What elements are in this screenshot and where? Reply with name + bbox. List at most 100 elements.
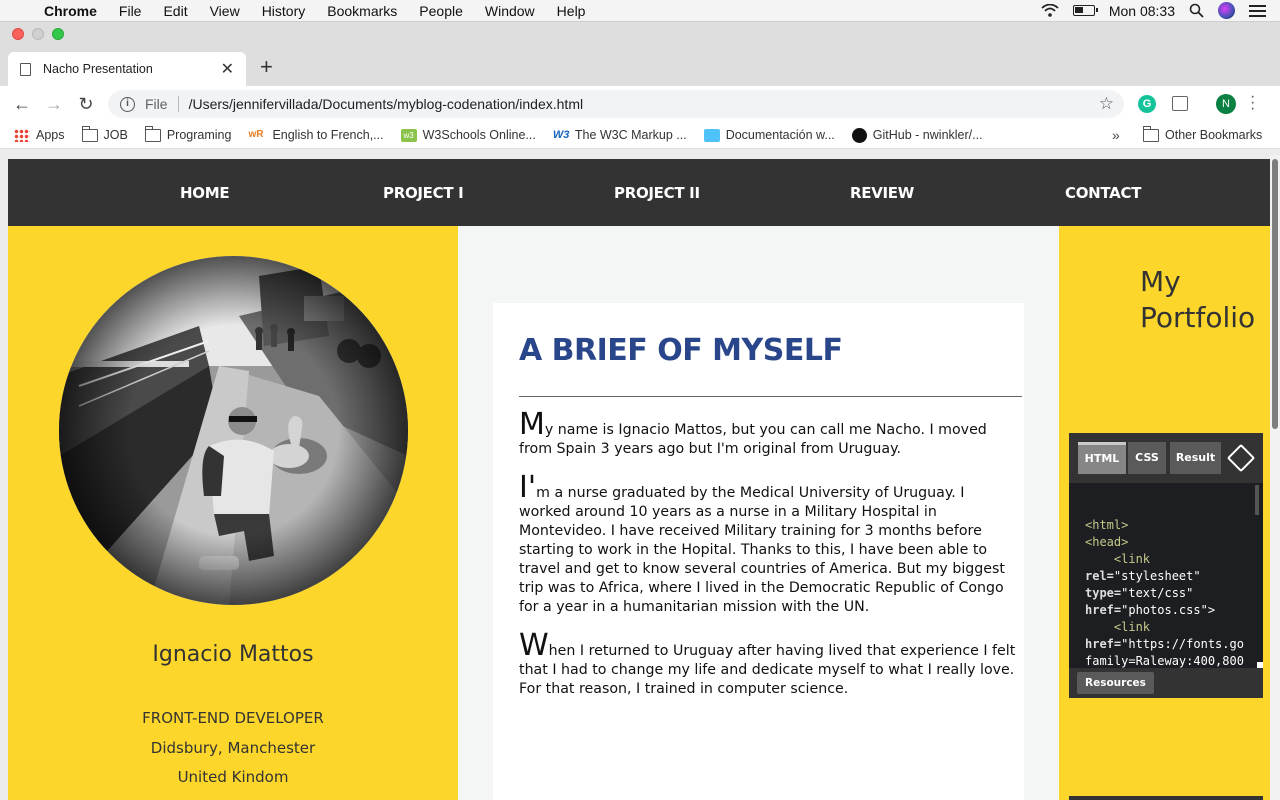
code-attr: rel= — [1085, 569, 1114, 583]
page-viewport: HOME PROJECT I PROJECT II REVIEW CONTACT — [8, 159, 1270, 800]
embed-bottom-bar — [1069, 796, 1263, 800]
codepen-tabbar: HTML CSS Result — [1069, 433, 1263, 483]
article-paragraph: I'm a nurse graduated by the Medical Uni… — [519, 473, 1019, 617]
scrollbar-thumb[interactable] — [1272, 159, 1278, 429]
window-minimize-button[interactable] — [32, 28, 44, 40]
battery-icon[interactable] — [1072, 5, 1098, 16]
code-line: <link — [1113, 552, 1151, 566]
address-bar[interactable]: i File /Users/jennifervillada/Documents/… — [108, 90, 1124, 118]
codepen-footer: Resources — [1069, 668, 1263, 698]
codepen-scrollbar[interactable] — [1255, 485, 1259, 515]
nav-contact-link[interactable]: CONTACT — [1065, 184, 1141, 202]
bookmark-apps[interactable]: Apps — [14, 128, 65, 142]
bookmark-label: Programing — [166, 128, 232, 142]
notification-center-icon[interactable] — [1249, 4, 1266, 17]
code-value: "https://fonts.go — [1121, 637, 1244, 651]
folder-icon — [1143, 125, 1159, 142]
codepen-code-panel[interactable]: <html> <head> <link rel="stylesheet" typ… — [1069, 483, 1263, 668]
bookmarks-bar: Apps JOB Programing wR English to French,… — [0, 122, 1280, 149]
paragraph-text: y name is Ignacio Mattos, but you can ca… — [519, 422, 987, 457]
code-value: "text/css" — [1121, 586, 1194, 600]
bookmark-label: W3Schools Online... — [422, 128, 536, 142]
bookmark-star-icon[interactable]: ☆ — [1099, 94, 1114, 114]
menu-window[interactable]: Window — [474, 3, 546, 19]
info-icon[interactable]: i — [120, 96, 135, 112]
menu-people[interactable]: People — [408, 3, 474, 19]
menu-edit[interactable]: Edit — [152, 3, 198, 19]
code-line: <link — [1113, 620, 1151, 634]
browser-toolbar: ← → ↻ i File /Users/jennifervillada/Docu… — [0, 86, 1280, 122]
w3c-icon: W3 — [552, 128, 570, 141]
nav-project-2-link[interactable]: PROJECT II — [614, 184, 700, 202]
paragraph-text: hen I returned to Uruguay after having l… — [519, 643, 1016, 697]
bookmark-label: JOB — [103, 128, 128, 142]
portfolio-title-line: Portfolio — [1140, 301, 1256, 334]
bookmark-wordreference[interactable]: wR English to French,... — [248, 128, 383, 142]
macos-menu-bar: Chrome File Edit View History Bookmarks … — [0, 0, 1280, 22]
codepen-tab-css[interactable]: CSS — [1128, 442, 1166, 474]
menubar-clock[interactable]: Mon 08:33 — [1109, 3, 1175, 19]
browser-tab[interactable]: Nacho Presentation ✕ — [8, 52, 246, 86]
back-arrow-icon[interactable]: ← — [6, 94, 38, 115]
about-article: A BRIEF OF MYSELF My name is Ignacio Mat… — [493, 303, 1024, 800]
w3schools-icon: w3 — [400, 128, 417, 142]
forward-arrow-icon[interactable]: → — [38, 94, 70, 115]
spotlight-search-icon[interactable] — [1189, 3, 1204, 18]
window-maximize-button[interactable] — [52, 28, 64, 40]
menu-help[interactable]: Help — [546, 3, 597, 19]
grammarly-extension-icon[interactable]: G — [1138, 95, 1156, 113]
profile-name: Ignacio Mattos — [152, 642, 314, 667]
codepen-resources-button[interactable]: Resources — [1077, 672, 1154, 694]
window-close-button[interactable] — [12, 28, 24, 40]
page-scrollbar[interactable] — [1270, 155, 1280, 800]
wifi-icon[interactable] — [1041, 4, 1059, 17]
bookmark-programing[interactable]: Programing — [144, 125, 232, 142]
tab-close-icon[interactable]: ✕ — [221, 59, 234, 79]
menu-view[interactable]: View — [199, 3, 251, 19]
code-value: "photos.css"> — [1121, 603, 1216, 617]
codepen-logo-icon[interactable] — [1226, 443, 1256, 473]
codepen-embed[interactable]: HTML CSS Result <html> <head> <link rel=… — [1069, 433, 1263, 698]
reload-icon[interactable]: ↻ — [70, 94, 102, 115]
other-bookmarks[interactable]: Other Bookmarks — [1143, 125, 1263, 142]
bookmark-documentacion[interactable]: Documentación w... — [703, 128, 835, 142]
nav-home-link[interactable]: HOME — [180, 184, 230, 202]
bookmark-label: Other Bookmarks — [1165, 128, 1263, 142]
bookmark-w3schools[interactable]: w3 W3Schools Online... — [400, 128, 536, 142]
portfolio-sidebar: My Portfolio HTML CSS Result <html> <hea… — [1059, 226, 1270, 800]
bookmark-w3c[interactable]: W3 The W3C Markup ... — [553, 128, 687, 142]
code-line: <html> — [1085, 518, 1129, 532]
folder-icon — [81, 125, 98, 142]
profile-avatar[interactable]: N — [1216, 94, 1236, 114]
omnibox-divider — [177, 96, 179, 112]
menu-bookmarks[interactable]: Bookmarks — [316, 3, 408, 19]
profile-location-city: Didsbury, Manchester — [150, 738, 316, 757]
chrome-menu-icon[interactable]: · · · — [1250, 89, 1255, 117]
bookmark-github[interactable]: GitHub - nwinkler/... — [851, 127, 983, 143]
bookmark-job[interactable]: JOB — [81, 125, 128, 142]
menu-app-name[interactable]: Chrome — [40, 3, 108, 19]
codepen-tab-result[interactable]: Result — [1170, 442, 1221, 474]
code-line: family=Raleway:400,800 — [1085, 654, 1244, 668]
siri-icon[interactable] — [1218, 2, 1235, 19]
code-attr: href= — [1085, 603, 1122, 617]
bookmark-label: GitHub - nwinkler/... — [872, 128, 983, 142]
drop-cap: M — [519, 407, 545, 442]
nav-review-link[interactable]: REVIEW — [850, 184, 914, 202]
cast-extension-icon[interactable] — [1172, 96, 1188, 111]
menu-history[interactable]: History — [251, 3, 317, 19]
code-attr: type= — [1085, 586, 1122, 600]
codepen-tab-html[interactable]: HTML — [1078, 442, 1126, 474]
profile-photo — [59, 256, 408, 605]
new-tab-button[interactable]: + — [260, 56, 273, 78]
apps-grid-icon — [14, 128, 30, 142]
drop-cap: W — [519, 628, 549, 663]
profile-location-country: United Kindom — [177, 768, 289, 786]
menu-file[interactable]: File — [108, 3, 153, 19]
url-text[interactable]: /Users/jennifervillada/Documents/myblog-… — [189, 96, 584, 112]
nav-project-1-link[interactable]: PROJECT I — [383, 184, 464, 202]
article-paragraph: My name is Ignacio Mattos, but you can c… — [519, 410, 1019, 459]
more-bookmarks-chevron-icon[interactable]: » — [1112, 127, 1120, 143]
title-divider — [519, 396, 1022, 397]
github-icon — [851, 127, 867, 143]
